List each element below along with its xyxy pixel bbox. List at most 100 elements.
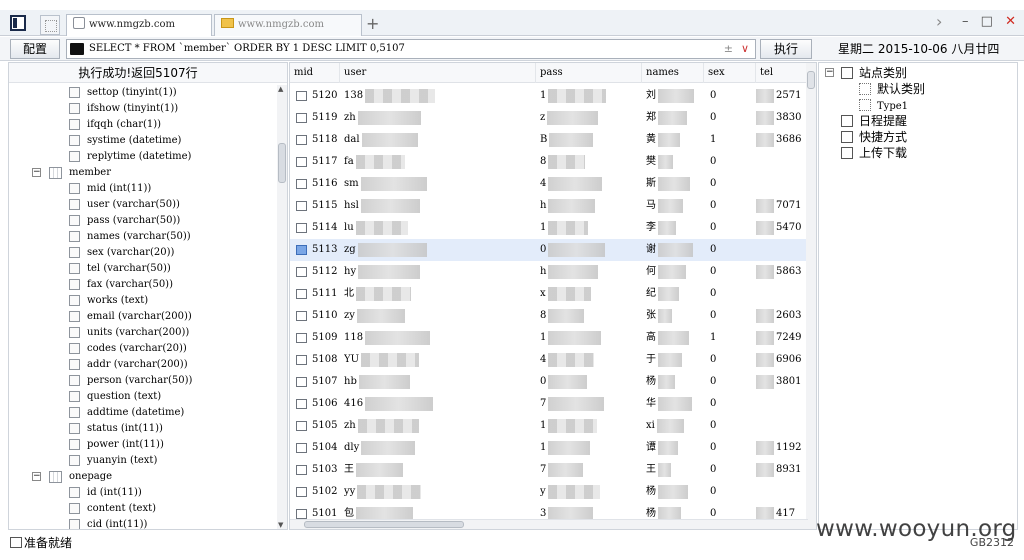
cell-names[interactable]: 樊 xyxy=(646,151,673,173)
cell-tel[interactable]: 3686 xyxy=(756,129,801,151)
cell-pass[interactable]: 7 xyxy=(540,459,584,481)
cell-user[interactable]: yy xyxy=(344,481,422,503)
cell-sex[interactable]: 0 xyxy=(710,283,716,305)
table-row[interactable]: 5113 zg 0 谢 0 xyxy=(290,239,808,261)
cell-sex[interactable]: 0 xyxy=(710,217,716,239)
table-row[interactable]: 5115 hsl h 马 0 7071 xyxy=(290,195,808,217)
cell-user[interactable]: dly xyxy=(344,437,416,459)
tree-column[interactable]: replytime (datetime) xyxy=(9,149,277,165)
table-row[interactable]: 5118 dal B 黄 1 3686 xyxy=(290,129,808,151)
table-row[interactable]: 5105 zh 1 xi 0 xyxy=(290,415,808,437)
cell-sex[interactable]: 0 xyxy=(710,261,716,283)
col-header-names[interactable]: names xyxy=(642,63,704,83)
cell-pass[interactable]: 8 xyxy=(540,151,586,173)
tab-mini-button[interactable] xyxy=(40,15,60,35)
collapse-icon[interactable]: − xyxy=(825,68,834,77)
cell-mid[interactable]: 5115 xyxy=(312,195,337,217)
cell-user[interactable]: zy xyxy=(344,305,405,327)
tree-column[interactable]: addtime (datetime) xyxy=(9,405,277,421)
cell-mid[interactable]: 5119 xyxy=(312,107,337,129)
cell-user[interactable]: 138 xyxy=(344,85,436,107)
minimize-button[interactable]: – xyxy=(962,14,969,29)
tree-column[interactable]: works (text) xyxy=(9,293,277,309)
cell-user[interactable]: hy xyxy=(344,261,421,283)
cell-pass[interactable]: 1 xyxy=(540,85,607,107)
cell-pass[interactable]: h xyxy=(540,261,599,283)
cell-names[interactable]: 黄 xyxy=(646,129,680,151)
cell-user[interactable]: YU xyxy=(344,349,420,371)
cell-names[interactable]: 王 xyxy=(646,459,671,481)
tree-column[interactable]: tel (varchar(50)) xyxy=(9,261,277,277)
cell-mid[interactable]: 5120 xyxy=(312,85,337,107)
cell-sex[interactable]: 1 xyxy=(710,129,716,151)
cell-sex[interactable]: 0 xyxy=(710,173,716,195)
table-row[interactable]: 5120 138 1 刘 0 2571 xyxy=(290,85,808,107)
cell-user[interactable]: 北 xyxy=(344,283,411,305)
schema-scrollbar[interactable]: ▲ ▼ xyxy=(277,85,287,529)
close-button[interactable]: ✕ xyxy=(1005,14,1016,29)
table-row[interactable]: 5119 zh z 郑 0 3830 xyxy=(290,107,808,129)
tree-column[interactable]: yuanyin (text) xyxy=(9,453,277,469)
cell-tel[interactable]: 6906 xyxy=(756,349,801,371)
cell-names[interactable]: 纪 xyxy=(646,283,679,305)
cell-mid[interactable]: 5108 xyxy=(312,349,337,371)
cell-sex[interactable]: 0 xyxy=(710,481,716,503)
cell-pass[interactable]: h xyxy=(540,195,596,217)
cell-mid[interactable]: 5118 xyxy=(312,129,337,151)
cell-user[interactable]: hsl xyxy=(344,195,420,217)
cell-tel[interactable]: 7249 xyxy=(756,327,801,349)
tree-column[interactable]: fax (varchar(50)) xyxy=(9,277,277,293)
cell-mid[interactable]: 5111 xyxy=(312,283,337,305)
table-row[interactable]: 5112 hy h 何 0 5863 xyxy=(290,261,808,283)
sidebar-item[interactable]: − 站点类别 xyxy=(819,65,1017,81)
scroll-down-icon[interactable]: ▼ xyxy=(278,521,283,529)
cell-names[interactable]: 张 xyxy=(646,305,672,327)
tree-column[interactable]: email (varchar(200)) xyxy=(9,309,277,325)
scroll-up-icon[interactable]: ▲ xyxy=(278,85,283,93)
table-row[interactable]: 5116 sm 4 斯 0 xyxy=(290,173,808,195)
col-header-sex[interactable]: sex xyxy=(704,63,756,83)
col-header-pass[interactable]: pass xyxy=(536,63,642,83)
cell-user[interactable]: sm xyxy=(344,173,427,195)
cell-mid[interactable]: 5110 xyxy=(312,305,337,327)
cell-mid[interactable]: 5116 xyxy=(312,173,337,195)
cell-sex[interactable]: 0 xyxy=(710,85,716,107)
tree-column[interactable]: status (int(11)) xyxy=(9,421,277,437)
tree-table[interactable]: − member xyxy=(9,165,277,181)
cell-pass[interactable]: 7 xyxy=(540,393,605,415)
tab-2[interactable]: www.nmgzb.com xyxy=(214,14,362,36)
cell-mid[interactable]: 5109 xyxy=(312,327,337,349)
col-header-mid[interactable]: mid xyxy=(290,63,340,83)
forward-chevron-icon[interactable]: › xyxy=(936,12,942,31)
sidebar-item[interactable]: Type1 xyxy=(819,97,1017,113)
tree-column[interactable]: addr (varchar(200)) xyxy=(9,357,277,373)
cell-user[interactable]: zh xyxy=(344,107,421,129)
cell-sex[interactable]: 0 xyxy=(710,371,716,393)
table-row[interactable]: 5117 fa 8 樊 0 xyxy=(290,151,808,173)
cell-tel[interactable]: 7071 xyxy=(756,195,801,217)
cell-pass[interactable]: z xyxy=(540,107,599,129)
tree-column[interactable]: sex (varchar(20)) xyxy=(9,245,277,261)
tree-column[interactable]: ifshow (tinyint(1)) xyxy=(9,101,277,117)
cell-tel[interactable]: 8931 xyxy=(756,459,801,481)
tree-column[interactable]: mid (int(11)) xyxy=(9,181,277,197)
sidebar-item[interactable]: 日程提醒 xyxy=(819,113,1017,129)
grid-vscroll-thumb[interactable] xyxy=(807,71,815,89)
sidebar-item[interactable]: 默认类别 xyxy=(819,81,1017,97)
cell-sex[interactable]: 0 xyxy=(710,195,716,217)
cell-tel[interactable]: 2603 xyxy=(756,305,801,327)
config-button[interactable]: 配置 xyxy=(10,39,60,59)
tree-column[interactable]: power (int(11)) xyxy=(9,437,277,453)
maximize-button[interactable]: □ xyxy=(981,14,993,29)
sql-options[interactable]: ± ∨ xyxy=(724,40,749,58)
cell-names[interactable]: 杨 xyxy=(646,481,688,503)
grid-hscrollbar[interactable] xyxy=(290,519,808,529)
cell-names[interactable]: 高 xyxy=(646,327,689,349)
cell-names[interactable]: 于 xyxy=(646,349,682,371)
cell-pass[interactable]: 4 xyxy=(540,349,595,371)
cell-pass[interactable]: 1 xyxy=(540,217,589,239)
cell-user[interactable]: fa xyxy=(344,151,405,173)
cell-mid[interactable]: 5112 xyxy=(312,261,337,283)
cell-sex[interactable]: 0 xyxy=(710,151,716,173)
cell-user[interactable]: zh xyxy=(344,415,419,437)
